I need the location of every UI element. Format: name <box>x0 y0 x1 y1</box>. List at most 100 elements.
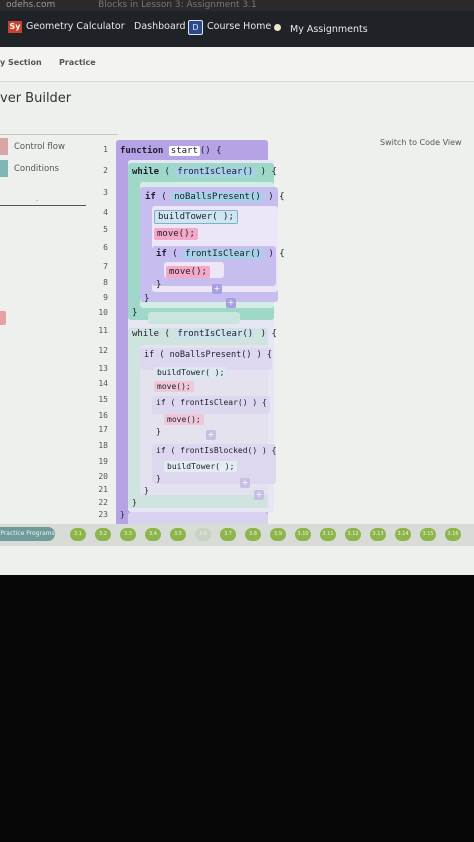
open-paren: ( <box>170 446 176 455</box>
lesson-dot[interactable]: 3.14 <box>395 528 411 541</box>
close-brace: } <box>156 427 161 436</box>
if-header: if ( noBallsPresent() ) { <box>145 192 285 202</box>
line-number: 21 <box>98 485 108 494</box>
function-open: () { <box>199 146 222 156</box>
while-tail <box>148 312 240 324</box>
brand-link[interactable]: Geometry Calculator <box>26 21 125 32</box>
condition-front-is-clear[interactable]: frontIsClear() <box>175 329 256 339</box>
line-number: 14 <box>98 379 108 388</box>
function-kw: function <box>120 146 164 156</box>
if-kw: if <box>144 350 155 360</box>
line-number: 3 <box>103 188 108 197</box>
move-command[interactable]: move(); <box>154 381 194 392</box>
if-kw: if <box>145 192 156 202</box>
nav-my-assignments[interactable]: My Assignments <box>290 24 368 35</box>
if-header: if ( frontIsClear() ) { <box>156 398 267 407</box>
condition-no-balls-present[interactable]: noBallsPresent() <box>172 192 263 202</box>
while-header: while ( frontIsClear() ) { <box>132 329 277 339</box>
nav-course-home[interactable]: Course Home <box>207 21 271 32</box>
conditions-swatch <box>0 160 8 177</box>
line-number: 4 <box>103 208 108 217</box>
move-command[interactable]: move(); <box>154 228 198 240</box>
line-number: 11 <box>98 326 108 335</box>
lesson-dot-current[interactable]: 3.6 <box>195 528 211 541</box>
open-paren: ( <box>161 192 167 202</box>
function-name-field[interactable]: start <box>168 146 200 156</box>
lesson-dot[interactable]: 3.8 <box>245 528 261 541</box>
line-number: 18 <box>98 441 108 450</box>
browser-crumbs: Blocks in Lesson 3: Assignment 3.1 <box>98 0 257 10</box>
condition-no-balls-present[interactable]: noBallsPresent() <box>170 350 252 360</box>
condition-front-is-blocked[interactable]: frontIsBlocked() <box>180 446 257 455</box>
if-kw: if <box>156 249 167 259</box>
lesson-dot[interactable]: 3.10 <box>295 528 311 541</box>
add-block-plus-icon[interactable]: + <box>212 284 222 294</box>
add-block-plus-icon[interactable]: + <box>240 478 250 488</box>
line-number: 2 <box>103 166 108 175</box>
move-command[interactable]: move(); <box>164 414 204 425</box>
lesson-dot[interactable]: 3.16 <box>445 528 461 541</box>
condition-front-is-clear[interactable]: frontIsClear() <box>180 398 247 407</box>
close-paren-brace: ) { <box>268 192 285 202</box>
lesson-dot[interactable]: 3.7 <box>220 528 236 541</box>
lesson-dot[interactable]: 3.3 <box>120 528 136 541</box>
build-tower-command[interactable]: buildTower( ); <box>154 367 228 378</box>
palette-dot: . <box>36 195 39 203</box>
function-keyword: function start() { <box>120 146 222 156</box>
line-number: 15 <box>98 395 108 404</box>
line-number: 6 <box>103 243 108 252</box>
lesson-dot[interactable]: 3.11 <box>320 528 336 541</box>
tab-practice[interactable]: Practice <box>59 58 96 67</box>
browser-domain: odehs.com <box>6 0 56 10</box>
browser-strip: odehs.com Blocks in Lesson 3: Assignment… <box>0 0 474 11</box>
if-kw: if <box>156 398 166 407</box>
condition-front-is-clear[interactable]: frontIsClear() <box>175 167 256 177</box>
brand-logo[interactable]: Sy <box>8 21 22 33</box>
tab-study-section[interactable]: y Section <box>0 58 42 67</box>
if-header: if ( frontIsBlocked() ) { <box>156 446 276 455</box>
close-brace: } <box>144 294 150 304</box>
lesson-dot[interactable]: 3.9 <box>270 528 286 541</box>
app-screen: odehs.com Blocks in Lesson 3: Assignment… <box>0 0 474 575</box>
lesson-dot[interactable]: 3.12 <box>345 528 361 541</box>
category-label: Conditions <box>14 164 59 174</box>
build-tower-command[interactable]: buildTower( ); <box>164 461 238 472</box>
add-block-plus-icon[interactable]: + <box>226 298 236 308</box>
lesson-dot[interactable]: 3.5 <box>170 528 186 541</box>
lesson-dot[interactable]: 3.2 <box>95 528 111 541</box>
line-number: 8 <box>103 278 108 287</box>
while-kw: while <box>132 329 160 339</box>
lesson-dot[interactable]: 3.15 <box>420 528 436 541</box>
if-header: if ( noBallsPresent() ) { <box>144 350 272 360</box>
open-paren: ( <box>170 398 176 407</box>
palette-top-divider <box>0 134 118 135</box>
add-block-plus-icon[interactable]: + <box>254 490 264 500</box>
open-paren: ( <box>159 350 165 360</box>
close-brace: } <box>144 486 149 495</box>
lesson-dot[interactable]: 3.13 <box>370 528 386 541</box>
control-flow-swatch <box>0 138 8 155</box>
practice-programs-button[interactable]: Practice Programs <box>0 527 55 541</box>
build-tower-command[interactable]: buildTower( ); <box>154 210 238 224</box>
top-navbar: Sy Geometry Calculator Dashboard D Cours… <box>0 11 474 47</box>
category-control-flow[interactable]: Control flow <box>0 138 90 155</box>
category-conditions[interactable]: Conditions <box>0 160 90 177</box>
close-paren-brace: ) { <box>260 329 277 339</box>
condition-front-is-clear[interactable]: frontIsClear() <box>183 249 263 259</box>
line-number: 19 <box>98 457 108 466</box>
line-number: 20 <box>98 472 108 481</box>
nav-dashboard[interactable]: Dashboard <box>134 21 186 32</box>
move-command[interactable]: move(); <box>166 266 210 278</box>
line-number: 5 <box>103 225 108 234</box>
page-title: ver Builder <box>0 91 72 106</box>
switch-to-code-view-link[interactable]: Switch to Code View <box>380 138 462 147</box>
add-block-plus-icon[interactable]: + <box>206 430 216 440</box>
lesson-dot[interactable]: 3.1 <box>70 528 86 541</box>
close-brace: } <box>132 498 137 507</box>
lesson-dot[interactable]: 3.4 <box>145 528 161 541</box>
palette-scroll-marker[interactable] <box>0 311 6 325</box>
course-home-icon[interactable]: D <box>188 20 203 35</box>
close-paren-brace: ) { <box>256 350 272 360</box>
line-number: 16 <box>98 411 108 420</box>
if-kw: if <box>156 446 166 455</box>
